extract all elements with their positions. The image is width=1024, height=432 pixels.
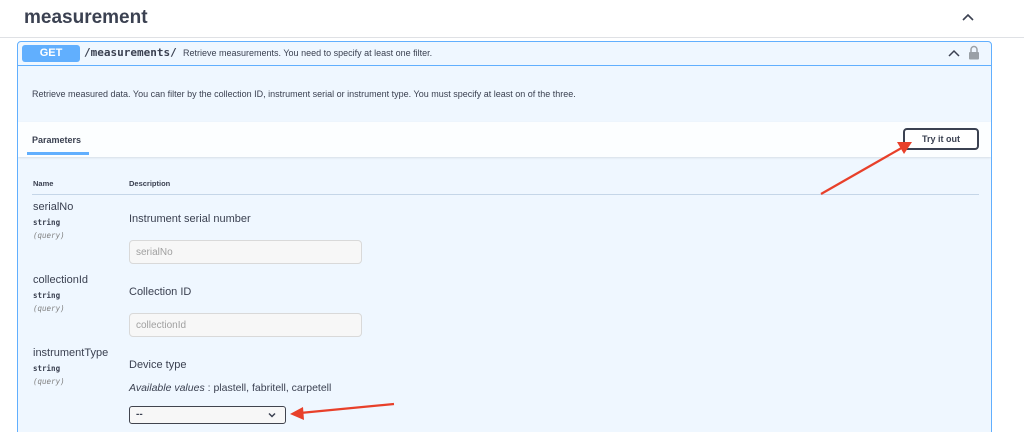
lock-icon[interactable] [968,45,980,60]
serialno-input[interactable] [129,240,362,264]
tag-title: measurement [24,7,148,28]
param-description: Device type [129,359,187,371]
column-header-description: Description [129,179,171,188]
operation-description: Retrieve measured data. You can filter b… [32,89,576,99]
param-description: Collection ID [129,286,192,298]
column-header-name: Name [33,179,54,188]
collectionid-input[interactable] [129,313,362,337]
param-type: string [33,364,61,373]
param-name-collectionid: collectionId [33,274,89,286]
operation-summary-text: Retrieve measurements. You need to speci… [183,48,433,58]
select-value: -- [136,409,143,420]
available-values-label: Available values [129,382,205,394]
operation-block: GET /measurements/ Retrieve measurements… [17,41,992,432]
operation-summary[interactable]: GET /measurements/ Retrieve measurements… [18,42,991,66]
chevron-up-icon[interactable] [947,47,961,59]
param-in: (query) [33,231,65,240]
method-badge: GET [22,45,80,62]
param-name-instrumenttype: instrumentType [33,347,109,359]
param-description: Instrument serial number [129,213,251,225]
tab-parameters[interactable]: Parameters [32,135,81,145]
param-type: string [33,218,61,227]
tab-underline [27,152,89,155]
chevron-up-icon[interactable] [958,9,978,27]
instrumenttype-select[interactable]: -- [129,406,286,424]
chevron-down-icon [267,410,277,420]
available-values-list: : plastell, fabritell, carpetell [204,382,332,394]
available-values: Available values : plastell, fabritell, … [129,382,331,394]
param-name-serialno: serialNo [33,201,74,213]
param-in: (query) [33,377,65,386]
parameters-header: Parameters Try it out [18,122,991,157]
table-divider [32,194,979,195]
tag-header[interactable]: measurement [0,0,1024,38]
try-it-out-button[interactable]: Try it out [903,128,979,150]
param-in: (query) [33,304,65,313]
param-type: string [33,291,61,300]
operation-path: /measurements/ [84,46,177,59]
